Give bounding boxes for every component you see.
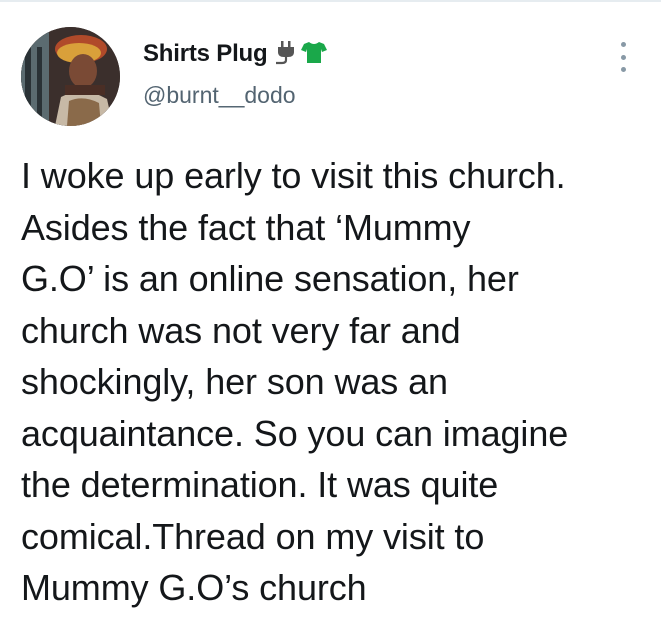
divider bbox=[0, 0, 661, 2]
tweet-header: Shirts Plug @burnt__dodo bbox=[143, 38, 328, 109]
display-name[interactable]: Shirts Plug bbox=[143, 40, 268, 68]
name-row: Shirts Plug bbox=[143, 38, 328, 70]
t-shirt-icon bbox=[301, 40, 328, 69]
user-handle[interactable]: @burnt__dodo bbox=[143, 82, 327, 109]
electric-plug-icon bbox=[273, 39, 299, 70]
more-options-icon[interactable] bbox=[612, 42, 634, 72]
tweet-text: I woke up early to visit this church. As… bbox=[21, 155, 569, 608]
avatar[interactable] bbox=[21, 27, 120, 126]
tweet-card: Shirts Plug @burnt__dodo I woke up early… bbox=[0, 0, 661, 625]
